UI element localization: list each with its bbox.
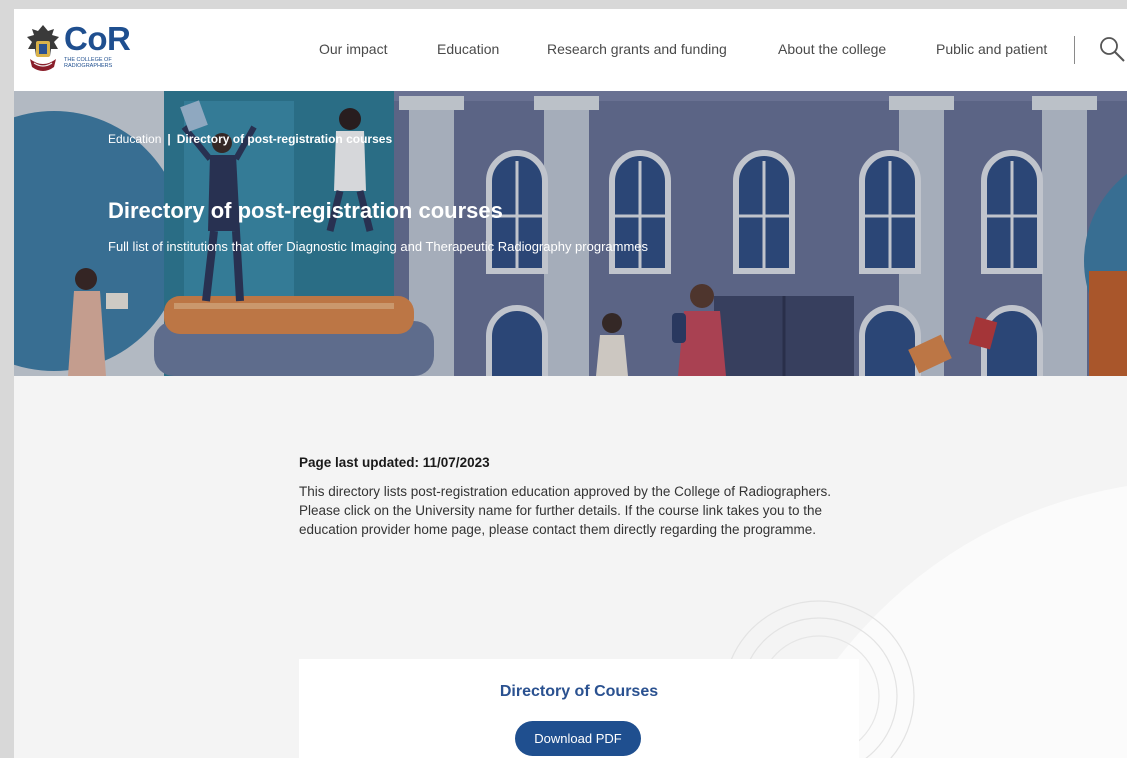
nav-about-the-college[interactable]: About the college xyxy=(778,41,886,57)
search-icon[interactable] xyxy=(1099,36,1125,62)
page-last-updated: Page last updated: 11/07/2023 xyxy=(299,455,490,470)
intro-text: This directory lists post-registration e… xyxy=(299,484,832,537)
directory-card: Directory of Courses Download PDF xyxy=(299,659,859,758)
crest-icon xyxy=(27,25,59,71)
site-header: CoR THE COLLEGE OF RADIOGRAPHERS Our imp… xyxy=(14,9,1127,91)
page-subtitle: Full list of institutions that offer Dia… xyxy=(108,239,649,254)
logo-wordmark: CoR xyxy=(64,20,131,57)
hero-banner: Education | Directory of post-registration… xyxy=(14,91,1127,376)
breadcrumb-separator: | xyxy=(167,132,171,146)
page-title: Directory of post-registration courses xyxy=(108,198,503,223)
page: CoR THE COLLEGE OF RADIOGRAPHERS Our imp… xyxy=(14,9,1127,758)
breadcrumb-current: Directory of post-registration courses xyxy=(176,132,393,146)
cor-logo[interactable]: CoR THE COLLEGE OF RADIOGRAPHERS xyxy=(24,19,144,79)
nav-education[interactable]: Education xyxy=(437,41,499,57)
nav-public-and-patient[interactable]: Public and patient xyxy=(936,41,1047,57)
logo-subtitle: THE COLLEGE OF RADIOGRAPHERS xyxy=(64,57,113,69)
nav-divider xyxy=(1074,36,1075,64)
breadcrumb: Education | Directory of post-registration… xyxy=(108,132,392,146)
nav-research-grants[interactable]: Research grants and funding xyxy=(547,41,727,57)
download-pdf-button[interactable]: Download PDF xyxy=(515,721,641,756)
breadcrumb-education-link[interactable]: Education xyxy=(108,132,161,146)
card-title: Directory of Courses xyxy=(499,683,659,700)
nav-our-impact[interactable]: Our impact xyxy=(319,41,387,57)
